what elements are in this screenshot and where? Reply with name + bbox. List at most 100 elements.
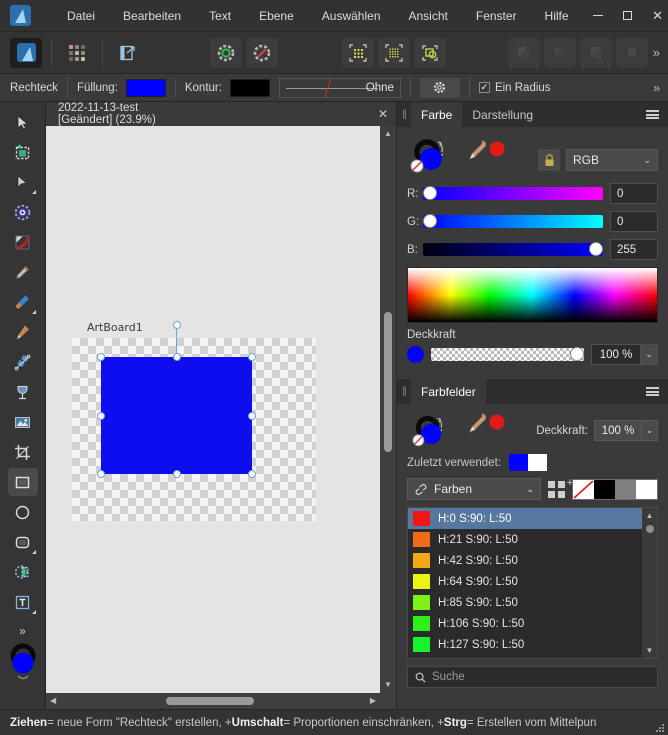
tools-overflow-chevron[interactable]: » (19, 624, 26, 638)
boolean-intersect-button[interactable] (580, 37, 612, 68)
selection-handle-mr[interactable] (248, 411, 256, 420)
swatch-item[interactable]: H:42 S:90: L:50 (408, 550, 642, 571)
color-spectrum[interactable] (407, 267, 658, 323)
quick-swatch-black[interactable] (594, 479, 615, 499)
snapping-disabled-button[interactable] (246, 37, 278, 68)
resize-grip[interactable] (654, 722, 664, 732)
chevron-down-icon[interactable]: ⌄ (641, 344, 658, 365)
recent-colors-strip[interactable] (508, 454, 547, 471)
rotation-handle[interactable] (172, 321, 181, 329)
lock-color-button[interactable] (538, 149, 560, 171)
scroll-right-icon[interactable]: ▶ (366, 693, 380, 709)
chevron-down-icon[interactable]: ⌄ (642, 420, 658, 441)
fill-tool[interactable] (8, 378, 38, 406)
swatch-item[interactable]: H:127 S:90: L:50 (408, 634, 642, 655)
minimize-button[interactable] (583, 0, 613, 32)
swatch-search-input[interactable]: Suche (407, 666, 658, 688)
tool-color-widget[interactable] (7, 643, 39, 683)
swatch-item[interactable]: H:106 S:90: L:50 (408, 613, 642, 634)
close-icon[interactable]: ✕ (378, 107, 388, 121)
color-panel-menu-button[interactable] (637, 102, 668, 127)
maximize-button[interactable] (613, 0, 643, 32)
menu-text[interactable]: Text (195, 5, 245, 27)
tab-darstellung[interactable]: Darstellung (462, 102, 543, 127)
swatch-item[interactable]: H:21 S:90: L:50 (408, 529, 642, 550)
boolean-add-button[interactable] (508, 37, 540, 68)
fill-stroke-selector[interactable] (407, 135, 459, 179)
swatches-eyedropper-tool[interactable] (465, 412, 517, 439)
scroll-down-icon[interactable]: ▼ (646, 643, 654, 658)
scroll-left-icon[interactable]: ◀ (46, 693, 60, 709)
swatches-fill-stroke-selector[interactable] (407, 412, 459, 456)
menu-ebene[interactable]: Ebene (245, 5, 308, 27)
channel-slider-r[interactable] (423, 186, 603, 200)
menu-hilfe[interactable]: Hilfe (531, 5, 583, 27)
swatch-item[interactable]: H:0 S:90: L:50 (408, 508, 642, 529)
selection-handle-bl[interactable] (97, 470, 105, 478)
boolean-divide-button[interactable] (616, 37, 648, 68)
show-pixel-grid-button[interactable] (378, 37, 410, 68)
channel-knob-g[interactable] (423, 214, 437, 228)
selection-handle-tl[interactable] (97, 353, 105, 361)
rounded-rectangle-tool[interactable] (8, 528, 38, 556)
ellipse-tool[interactable] (8, 498, 38, 526)
fill-color-swatch[interactable] (125, 78, 166, 97)
context-overflow-chevron[interactable]: » (653, 81, 660, 95)
canvas[interactable]: ArtBoard1 (46, 126, 380, 693)
swatch-list-scrollbar[interactable]: ▲ ▼ (642, 508, 657, 658)
snapping-enabled-button[interactable] (210, 37, 242, 68)
show-grid-button[interactable] (342, 37, 374, 68)
rectangle-tool[interactable] (7, 468, 38, 496)
channel-knob-r[interactable] (423, 186, 437, 200)
channel-slider-b[interactable] (423, 242, 603, 256)
swatch-list[interactable]: H:0 S:90: L:50 H:21 S:90: L:50 H:42 S:90… (407, 507, 658, 659)
swatches-opacity-value[interactable]: 100 % (594, 420, 642, 441)
palette-select[interactable]: Farben ⌄ (407, 478, 541, 500)
text-frame-tool[interactable] (8, 588, 38, 616)
channel-value-b[interactable]: 255 (610, 239, 658, 260)
recent-color-1[interactable] (527, 454, 547, 471)
hscroll-track[interactable] (60, 693, 366, 709)
swatch-item[interactable]: H:85 S:90: L:50 (408, 592, 642, 613)
tab-farbe[interactable]: Farbe (411, 102, 463, 127)
pencil-tool[interactable] (8, 318, 38, 346)
color-mode-select[interactable]: RGB ⌄ (566, 149, 658, 171)
paint-brush-tool[interactable] (8, 288, 38, 316)
single-radius-checkbox[interactable]: ✓ Ein Radius (478, 82, 551, 94)
channel-slider-g[interactable] (423, 214, 603, 228)
quick-swatch-none[interactable] (573, 479, 594, 499)
opacity-slider[interactable] (431, 347, 584, 361)
add-swatch-button[interactable]: + (548, 477, 573, 498)
vscroll-track[interactable] (380, 142, 396, 677)
close-button[interactable]: ✕ (643, 0, 668, 32)
vector-brush-tool[interactable] (8, 348, 38, 376)
swatches-panel-menu-button[interactable] (637, 379, 668, 404)
quick-swatch-white[interactable] (636, 479, 657, 499)
pen-tool[interactable] (8, 258, 38, 286)
selection-handle-br[interactable] (248, 470, 256, 478)
scroll-up-icon[interactable]: ▲ (380, 126, 396, 142)
selection-handle-tr[interactable] (248, 353, 256, 361)
tab-farbfelder[interactable]: Farbfelder (411, 379, 486, 404)
pen-curve-tool[interactable] (8, 228, 38, 256)
boolean-subtract-button[interactable] (544, 37, 576, 68)
eyedropper-tool[interactable] (465, 139, 517, 166)
opacity-value[interactable]: 100 % (591, 344, 641, 365)
hscroll-thumb[interactable] (166, 697, 255, 705)
crop-tool[interactable] (8, 438, 38, 466)
place-image-tool[interactable] (8, 408, 38, 436)
stroke-color-swatch[interactable] (229, 78, 270, 97)
menu-ansicht[interactable]: Ansicht (395, 5, 462, 27)
selection-handle-tc[interactable] (172, 353, 181, 361)
swatch-item[interactable]: H:64 S:90: L:50 (408, 571, 642, 592)
document-tab[interactable]: 2022-11-13-test [Geändert] (23.9%) ✕ (46, 102, 396, 126)
selection-brush-tool[interactable] (8, 558, 38, 586)
horizontal-scrollbar[interactable]: ◀ ▶ (46, 693, 380, 709)
menu-bearbeiten[interactable]: Bearbeiten (109, 5, 195, 27)
selection-handle-ml[interactable] (97, 411, 105, 420)
scroll-up-icon[interactable]: ▲ (646, 508, 654, 523)
channel-knob-b[interactable] (589, 242, 603, 256)
quick-swatches[interactable] (572, 478, 658, 500)
channel-value-r[interactable]: 0 (610, 183, 658, 204)
quick-swatch-gray[interactable] (615, 479, 636, 499)
